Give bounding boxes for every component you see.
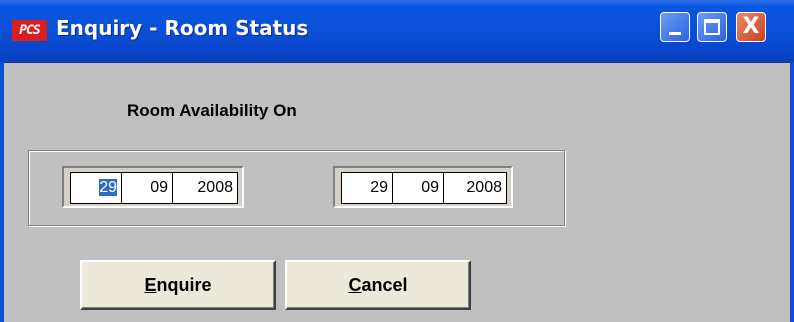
window-frame-right	[790, 62, 794, 322]
title-bar[interactable]: PCS Enquiry - Room Status X	[0, 0, 794, 63]
minimize-button[interactable]	[660, 12, 690, 42]
from-year-field[interactable]: 2008	[172, 172, 238, 204]
cancel-mnemonic: C	[348, 275, 362, 295]
cancel-button[interactable]: Cancel	[285, 260, 471, 310]
enquiry-window: PCS Enquiry - Room Status X Room Availab…	[0, 0, 794, 322]
minimize-icon	[669, 32, 681, 35]
enquire-button[interactable]: Enquire	[80, 260, 276, 310]
from-day-value: 29	[99, 179, 117, 196]
from-day-field[interactable]: 29	[70, 172, 122, 204]
to-date-picker[interactable]: 29 09 2008	[333, 166, 513, 208]
maximize-icon	[704, 19, 720, 35]
window-frame-left	[0, 62, 4, 322]
from-date-picker[interactable]: 29 09 2008	[62, 166, 244, 208]
to-month-field[interactable]: 09	[392, 172, 444, 204]
enquire-label: nquire	[156, 275, 212, 295]
window-title: Enquiry - Room Status	[56, 16, 309, 40]
to-day-field[interactable]: 29	[341, 172, 393, 204]
close-button[interactable]: X	[736, 12, 766, 42]
close-icon: X	[742, 14, 760, 39]
availability-heading: Room Availability On	[127, 101, 297, 120]
cancel-label: ancel	[361, 275, 408, 295]
maximize-button[interactable]	[697, 12, 727, 42]
enquire-mnemonic: E	[144, 275, 157, 295]
to-year-field[interactable]: 2008	[443, 172, 507, 204]
from-month-field[interactable]: 09	[121, 172, 173, 204]
app-logo-icon: PCS	[12, 20, 47, 41]
